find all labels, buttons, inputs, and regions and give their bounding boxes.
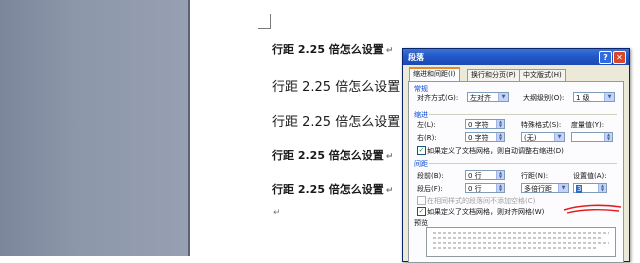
spacing-after-value: 0 行 [468,185,482,193]
preview-line [433,237,603,239]
special-indent-value: (无) [524,134,537,142]
spacing-at-value: 3 [576,185,583,193]
chevron-down-icon[interactable]: ▼ [604,93,614,101]
special-indent-label: 特殊格式(S): [521,121,562,129]
chevron-down-icon[interactable]: ▼ [498,93,508,101]
tab-asian-typography[interactable]: 中文版式(H) [519,69,566,81]
chevron-down-icon[interactable]: ▼ [554,133,564,141]
spacing-before-label: 段前(B): [417,172,444,180]
outline-level-select[interactable]: 1 级 ▼ [573,92,615,102]
line-spacing-value: 多倍行距 [524,185,552,193]
spacing-at-label: 设置值(A): [573,172,607,180]
special-indent-select[interactable]: (无) ▼ [521,132,565,142]
alignment-value: 左对齐 [470,94,491,102]
doc-line-text: 行距 2.25 倍怎么设置 [272,115,401,130]
doc-line-2[interactable]: 行距 2.25 倍怎么设置↵ [272,76,410,95]
indent-right-value: 0 字符 [468,134,489,142]
tab-line-page-breaks[interactable]: 换行和分页(P) [467,69,520,81]
preview-line [433,247,597,249]
doc-line-text: 行距 2.25 倍怎么设置 [272,80,401,95]
preview-box [426,227,616,257]
outline-level-label: 大纲级别(O): [523,94,565,102]
spacing-at-spinner[interactable]: 3 ▲ ▼ [573,183,607,193]
page-corner-mark [258,14,271,29]
section-divider [429,114,617,115]
preview-line [433,242,609,244]
chevron-down-icon[interactable]: ▼ [558,184,568,192]
spinner-arrows-icon[interactable]: ▲ ▼ [496,120,504,128]
spacing-after-label: 段后(F): [417,185,443,193]
alignment-select[interactable]: 左对齐 ▼ [467,92,509,102]
doc-line-4[interactable]: 行距 2.25 倍怎么设置 ↵ [272,147,393,163]
line-spacing-label: 行距(N): [521,172,549,180]
doc-line-5[interactable]: 行距 2.25 倍怎么设置 ↵ [272,181,393,197]
help-button[interactable]: ? [599,51,612,64]
dialog-titlebar[interactable]: 段落 ? ✕ [403,49,629,65]
indent-by-label: 度量值(Y): [571,121,605,129]
alignment-label: 对齐方式(G): [417,94,459,102]
spacing-after-spinner[interactable]: 0 行 ▲ ▼ [465,183,505,193]
close-button[interactable]: ✕ [613,51,626,64]
paragraph-mark: ↵ [385,46,394,56]
left-gutter [0,0,188,256]
spinner-arrows-icon[interactable]: ▲ ▼ [598,184,606,192]
doc-line-3[interactable]: 行距 2.25 倍怎么设置↵ [272,111,410,130]
end-paragraph-mark: ↵ [273,208,281,218]
tab-panel: 常规 对齐方式(G): 左对齐 ▼ 大纲级别(O): 1 级 ▼ 缩进 左(L): … [408,81,624,263]
spinner-arrows-icon[interactable]: ▲ ▼ [496,184,504,192]
no-space-same-style-checkbox[interactable] [417,196,426,205]
indent-right-spinner[interactable]: 0 字符 ▲ ▼ [465,132,505,142]
indent-right-label: 右(R): [417,134,437,142]
doc-line-text: 行距 2.25 倍怎么设置 [272,183,384,196]
spacing-before-spinner[interactable]: 0 行 ▲ ▼ [465,170,505,180]
doc-line-text: 行距 2.25 倍怎么设置 [272,43,384,56]
doc-line-text: 行距 2.25 倍怎么设置 [272,149,384,162]
indent-left-spinner[interactable]: 0 字符 ▲ ▼ [465,119,505,129]
spinner-arrows-icon[interactable]: ▲ ▼ [496,171,504,179]
section-spacing: 间距 [414,160,428,168]
no-space-same-style-label: 在相同样式的段落间不添加空格(C) [427,197,536,205]
paragraph-dialog[interactable]: 段落 ? ✕ 缩进和间距(I) 换行和分页(P) 中文版式(H) 常规 对齐方式… [402,48,630,263]
doc-line-1[interactable]: 行距 2.25 倍怎么设置 ↵ [272,41,393,57]
auto-adjust-checkbox[interactable]: ✓ [417,146,426,155]
dialog-title: 段落 [408,53,424,62]
paragraph-mark: ↵ [385,152,394,162]
line-spacing-select[interactable]: 多倍行距 ▼ [521,183,569,193]
spinner-arrows-icon[interactable]: ▲ ▼ [496,133,504,141]
section-indent: 缩进 [414,111,428,119]
auto-adjust-label: 如果定义了文档网格，则自动调整右缩进(D) [427,147,564,155]
indent-left-value: 0 字符 [468,121,489,129]
red-underline-annotation [563,204,622,214]
spinner-arrows-icon[interactable]: ▲ ▼ [604,133,612,141]
paragraph-mark: ↵ [385,186,394,196]
indent-left-label: 左(L): [417,121,436,129]
snap-to-grid-label: 如果定义了文档网格，则对齐网格(W) [427,208,545,216]
indent-by-spinner[interactable]: ▲ ▼ [571,132,613,142]
spacing-before-value: 0 行 [468,172,482,180]
section-divider [429,163,617,164]
outline-level-value: 1 级 [576,94,590,102]
snap-to-grid-checkbox[interactable]: ✓ [417,207,426,216]
preview-line [433,232,609,234]
